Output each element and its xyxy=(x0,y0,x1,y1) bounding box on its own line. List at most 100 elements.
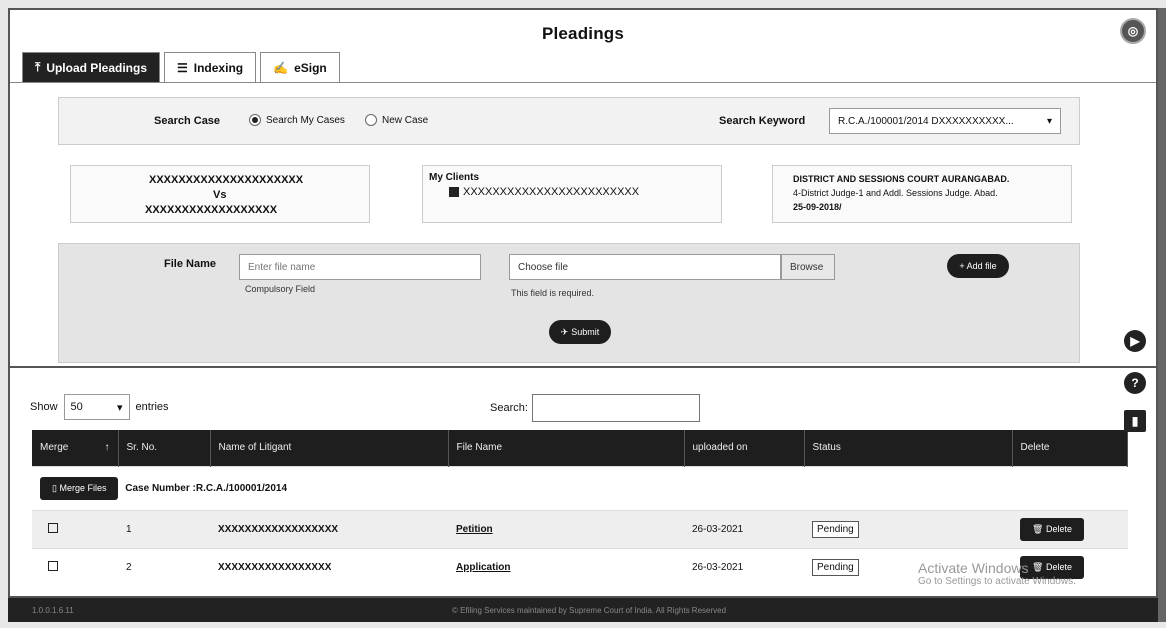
court-name: DISTRICT AND SESSIONS COURT AURANGABAD. xyxy=(793,174,1010,184)
chevron-down-icon: ▾ xyxy=(1046,115,1052,127)
merge-files-label: Merge Files xyxy=(59,482,107,493)
scrollbar[interactable] xyxy=(1158,8,1166,622)
footer: 1.0.0.1.6.11 © Efiling Services maintain… xyxy=(8,598,1158,622)
upload-icon: ⤒ xyxy=(35,60,41,74)
play-button[interactable]: ▶ xyxy=(1124,330,1146,352)
table-search-input[interactable] xyxy=(531,394,700,422)
upload-section: Search Case Search My Cases New Case Sea… xyxy=(10,82,1156,364)
user-sign-icon: ✍ xyxy=(273,60,289,75)
file-name-hint: Compulsory Field xyxy=(245,284,316,294)
entries-select[interactable]: 50 ▾ xyxy=(63,394,130,420)
status-badge: Pending xyxy=(812,558,859,576)
court-date: 25-09-2018/ xyxy=(793,202,842,212)
litigant-name: XXXXXXXXXXXXXXXXX xyxy=(210,547,448,586)
radio-unselected-icon xyxy=(365,114,377,126)
table-search: Search: xyxy=(490,394,700,422)
watermark-line-2: Go to Settings to activate Windows. xyxy=(918,576,1076,587)
footer-copyright: © Efiling Services maintained by Supreme… xyxy=(452,605,727,615)
search-case-label: Search Case xyxy=(154,115,221,127)
col-sr-no[interactable]: Sr. No. xyxy=(118,430,211,466)
status-badge: Pending xyxy=(812,520,859,538)
document-icon: ▮ xyxy=(1131,414,1139,428)
radio-new-case[interactable]: New Case xyxy=(365,114,428,126)
tab-bar: ⤒ Upload Pleadings ☰ Indexing ✍ eSign xyxy=(22,52,340,82)
search-label: Search: xyxy=(490,402,528,414)
merge-checkbox[interactable] xyxy=(48,560,58,571)
tab-label: eSign xyxy=(294,60,327,75)
tab-indexing[interactable]: ☰ Indexing xyxy=(164,52,257,82)
choose-file-text: Choose file xyxy=(518,261,569,273)
delete-label: Delete xyxy=(1045,523,1072,534)
entries-control: Show 50 ▾ entries xyxy=(30,394,169,420)
party-2: XXXXXXXXXXXXXXXXXX xyxy=(145,204,278,216)
tab-label: Indexing xyxy=(193,60,244,75)
submit-label: Submit xyxy=(571,327,600,337)
tab-upload-pleadings[interactable]: ⤒ Upload Pleadings xyxy=(22,52,160,82)
file-link[interactable]: Petition xyxy=(456,524,493,535)
col-merge[interactable]: Merge ↑ xyxy=(32,430,119,466)
client-entry: XXXXXXXXXXXXXXXXXXXXXXXX xyxy=(449,186,639,198)
my-clients-label: My Clients xyxy=(429,172,480,183)
col-uploaded-on[interactable]: uploaded on xyxy=(684,430,805,466)
footer-version: 1.0.0.1.6.11 xyxy=(32,605,74,615)
upload-form: File Name Compulsory Field Choose file B… xyxy=(58,243,1080,363)
client-name: XXXXXXXXXXXXXXXXXXXXXXXX xyxy=(463,186,640,198)
add-file-button[interactable]: + Add file xyxy=(947,254,1009,278)
radio-search-my-cases[interactable]: Search My Cases xyxy=(249,114,345,126)
page-title: Pleadings xyxy=(541,24,625,43)
party-1: XXXXXXXXXXXXXXXXXXXXX xyxy=(149,174,304,186)
col-litigant[interactable]: Name of Litigant xyxy=(210,430,449,466)
search-keyword-select[interactable]: R.C.A./100001/2014 DXXXXXXXXXX... ▾ xyxy=(829,108,1061,134)
radio-label: Search My Cases xyxy=(266,114,345,126)
header-label: Merge xyxy=(40,442,69,454)
file-name-input[interactable] xyxy=(239,254,481,280)
checkbox-checked-icon[interactable] xyxy=(449,187,459,197)
radio-label: New Case xyxy=(382,114,429,126)
case-number: Case Number :R.C.A./100001/2014 xyxy=(125,482,288,494)
browse-button[interactable]: Browse xyxy=(781,254,835,280)
choose-file-input[interactable]: Choose file xyxy=(509,254,781,280)
tab-esign[interactable]: ✍ eSign xyxy=(260,52,340,82)
search-case-row: Search Case Search My Cases New Case Sea… xyxy=(58,97,1080,145)
court-detail: 4-District Judge-1 and Addl. Sessions Ju… xyxy=(793,188,998,198)
col-status[interactable]: Status xyxy=(804,430,1013,466)
file-required-hint: This field is required. xyxy=(511,288,595,298)
help-button[interactable]: ? xyxy=(1124,372,1146,394)
merge-checkbox[interactable] xyxy=(48,522,58,533)
list-icon: ☰ xyxy=(177,60,188,75)
search-keyword-label: Search Keyword xyxy=(719,115,806,127)
file-icon: ▯ xyxy=(52,482,57,493)
settings-toggle-button[interactable]: ◎ xyxy=(1120,18,1146,44)
case-group-row: ▯ Merge Files Case Number :R.C.A./100001… xyxy=(32,465,1128,510)
circle-icon: ◎ xyxy=(1127,24,1139,38)
tab-label: Upload Pleadings xyxy=(46,60,147,75)
select-value: R.C.A./100001/2014 DXXXXXXXXXX... xyxy=(838,115,1014,127)
litigant-name: XXXXXXXXXXXXXXXXXX xyxy=(210,509,448,548)
main-window: Pleadings ⤒ Upload Pleadings ☰ Indexing … xyxy=(8,8,1158,598)
send-icon: ✈ xyxy=(560,326,569,337)
submit-button[interactable]: ✈ Submit xyxy=(549,320,611,344)
play-icon: ▶ xyxy=(1130,334,1140,348)
versus-text: Vs xyxy=(213,189,227,201)
court-info-box: DISTRICT AND SESSIONS COURT AURANGABAD. … xyxy=(772,165,1072,223)
browse-label: Browse xyxy=(790,261,824,273)
merge-files-button[interactable]: ▯ Merge Files xyxy=(40,476,119,500)
my-clients-box: My Clients XXXXXXXXXXXXXXXXXXXXXXXX xyxy=(422,165,722,223)
watermark-line-1: Activate Windows xyxy=(918,560,1029,576)
entries-label: entries xyxy=(135,401,169,413)
col-delete[interactable]: Delete xyxy=(1012,430,1128,466)
file-name-label: File Name xyxy=(164,258,216,270)
uploaded-date: 26-03-2021 xyxy=(684,547,804,586)
sr-no: 1 xyxy=(118,509,210,548)
chevron-down-icon: ▾ xyxy=(117,401,123,414)
sr-no: 2 xyxy=(118,547,210,586)
help-icon: ? xyxy=(1131,376,1139,390)
entries-value: 50 xyxy=(70,401,83,413)
table-row: 1 XXXXXXXXXXXXXXXXXX Petition 26-03-2021… xyxy=(32,509,1128,548)
col-file-name[interactable]: File Name xyxy=(448,430,685,466)
case-parties-box: XXXXXXXXXXXXXXXXXXXXX Vs XXXXXXXXXXXXXXX… xyxy=(70,165,370,223)
file-link[interactable]: Application xyxy=(456,562,510,573)
document-button[interactable]: ▮ xyxy=(1124,410,1146,432)
activate-windows-watermark: Activate Windows Go to Settings to activ… xyxy=(918,560,1076,587)
delete-button[interactable]: 🗑 Delete xyxy=(1020,517,1084,541)
